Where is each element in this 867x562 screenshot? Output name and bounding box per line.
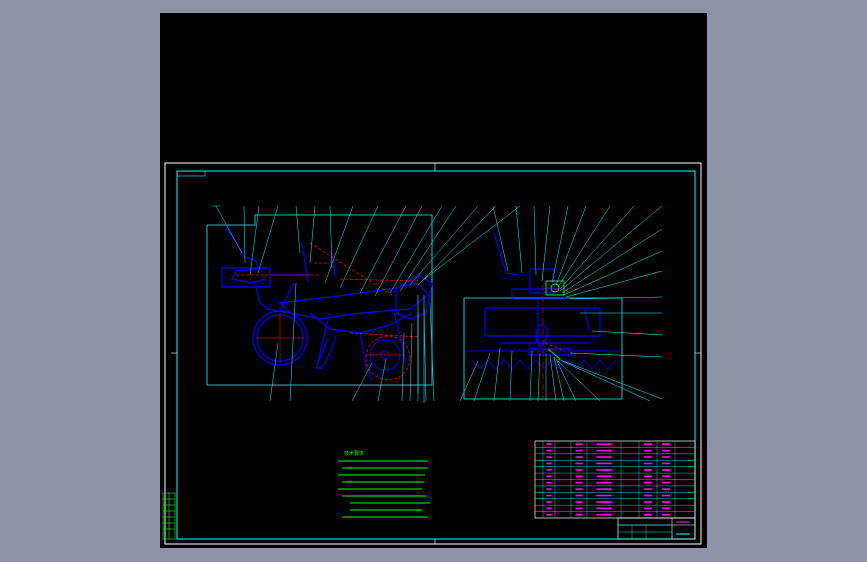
notes-text-lines bbox=[338, 460, 430, 518]
side-view bbox=[206, 214, 433, 403]
title-block bbox=[617, 517, 696, 540]
bom-table bbox=[534, 440, 696, 519]
sheet-outer-border bbox=[164, 162, 702, 545]
mechanical-drawing: 技术要求 bbox=[162, 162, 702, 545]
front-view-leaders bbox=[459, 205, 663, 402]
cad-viewport[interactable]: 技术要求 bbox=[160, 13, 707, 548]
frame-tag-box bbox=[176, 170, 206, 177]
side-view-leaders-top bbox=[212, 205, 521, 297]
technical-notes: 技术要求 bbox=[338, 450, 430, 518]
notes-title: 技术要求 bbox=[344, 450, 364, 457]
